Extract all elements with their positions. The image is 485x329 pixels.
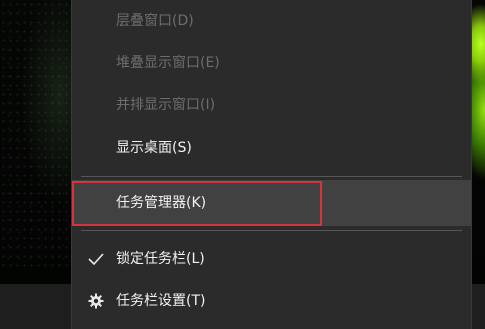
checkmark-icon [87,250,105,268]
desktop: 层叠窗口(D) 堆叠显示窗口(E) 并排显示窗口(I) 显示桌面(S) 任务管理… [0,0,485,329]
menu-item-label: 堆叠显示窗口(E) [116,55,220,71]
menu-item-task-manager[interactable]: 任务管理器(K) [72,180,471,226]
menu-item-side-by-side-windows[interactable]: 并排显示窗口(I) [72,87,471,123]
menu-item-lock-taskbar[interactable]: 锁定任务栏(L) [72,241,471,277]
taskbar-context-menu: 层叠窗口(D) 堆叠显示窗口(E) 并排显示窗口(I) 显示桌面(S) 任务管理… [71,0,472,329]
gear-icon [87,292,105,310]
menu-item-stack-windows[interactable]: 堆叠显示窗口(E) [72,45,471,81]
menu-item-label: 层叠窗口(D) [116,13,194,29]
menu-separator [81,176,462,177]
menu-separator [81,230,462,231]
menu-item-label: 显示桌面(S) [116,140,192,156]
menu-item-label: 任务管理器(K) [116,195,207,211]
menu-item-label: 任务栏设置(T) [116,293,206,309]
menu-item-label: 并排显示窗口(I) [116,97,216,113]
menu-item-taskbar-settings[interactable]: 任务栏设置(T) [72,283,471,319]
menu-item-label: 锁定任务栏(L) [116,251,205,267]
wallpaper-texture [0,0,72,270]
menu-item-show-desktop[interactable]: 显示桌面(S) [72,130,471,166]
menu-item-cascade-windows[interactable]: 层叠窗口(D) [72,3,471,39]
